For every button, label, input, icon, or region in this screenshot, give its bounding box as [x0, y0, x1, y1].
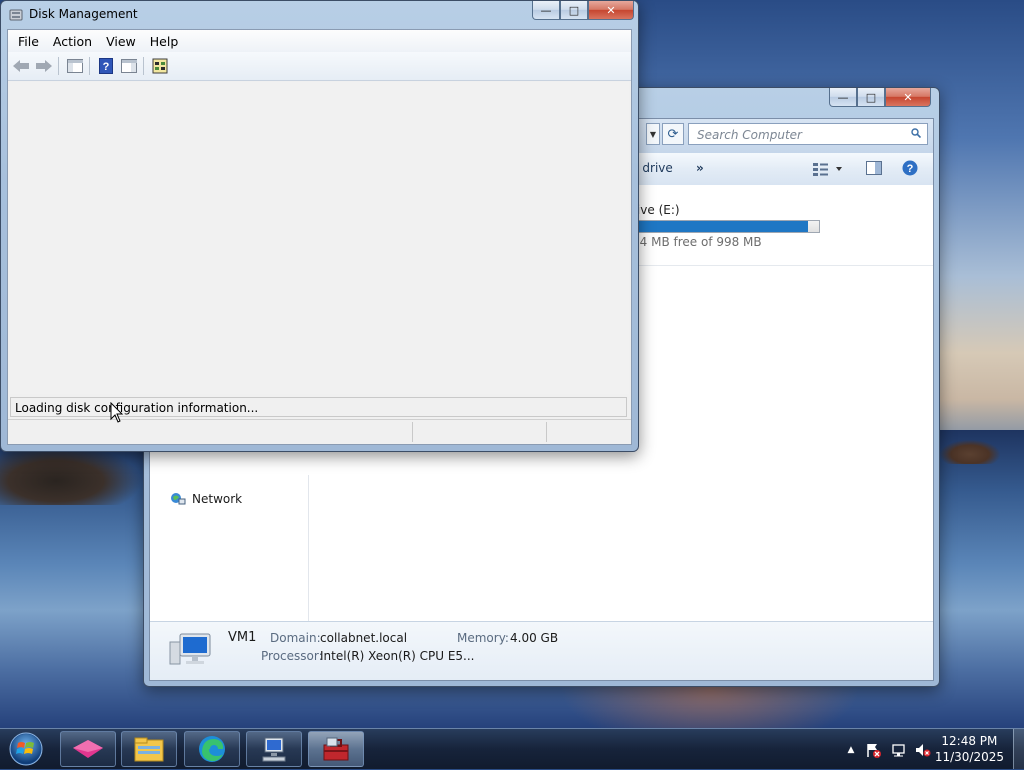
action-pane-icon [121, 59, 137, 73]
maximize-button[interactable]: □ [560, 1, 588, 20]
disk-management-icon [9, 9, 23, 21]
pink-box-icon [73, 740, 103, 758]
computer-network-icon [262, 737, 286, 762]
help-book-icon: ? [99, 58, 113, 74]
show-hidden-icons-arrow[interactable]: ▲ [843, 742, 859, 758]
domain-label: Domain: [270, 631, 321, 645]
details-pane: VM1 Domain: collabnet.local Memory: 4.00… [150, 621, 933, 680]
mouse-cursor [110, 402, 124, 423]
nav-item-network[interactable]: Network [170, 491, 242, 507]
taskbar-app-pink[interactable] [60, 731, 116, 767]
network-monitor-icon [892, 744, 905, 757]
processor-label: Processor: [261, 649, 323, 663]
show-desktop-button[interactable] [1013, 729, 1024, 769]
toolbar-separator [143, 57, 144, 75]
refresh-icon: ⟳ [667, 126, 679, 142]
drive-free-space: 64 MB free of 998 MB [632, 235, 762, 249]
search-placeholder: Search Computer [697, 128, 802, 142]
menu-file[interactable]: File [8, 34, 46, 49]
menu-help[interactable]: Help [143, 34, 186, 49]
edge-icon [199, 736, 225, 762]
preview-pane-icon[interactable] [866, 161, 882, 175]
properties-icon [152, 58, 168, 74]
computer-name: VM1 [228, 630, 257, 645]
search-input[interactable]: Search Computer [688, 123, 928, 145]
address-dropdown-button[interactable]: ▼ [646, 123, 660, 145]
back-button[interactable] [12, 57, 30, 75]
show-hide-console-tree-button[interactable] [66, 57, 84, 75]
taskbar-file-explorer[interactable] [121, 731, 177, 767]
network-icon [171, 493, 186, 505]
clock-time: 12:48 PM [941, 734, 998, 748]
clock-date: 11/30/2025 [934, 750, 1004, 764]
show-action-pane-button[interactable] [120, 57, 138, 75]
clock[interactable]: 12:48 PM 11/30/2025 [935, 733, 1004, 765]
taskbar: ▲ 12:48 PM 11/30/2025 [0, 728, 1024, 769]
close-button[interactable]: ✕ [885, 88, 931, 107]
console-tree-icon [67, 59, 83, 73]
help-icon[interactable]: ? [902, 160, 918, 176]
toolbar-separator [58, 57, 59, 75]
divider [632, 265, 933, 266]
disk-management-window[interactable]: Disk Management — □ ✕ File Action View H… [0, 0, 639, 452]
taskbar-edge[interactable] [184, 731, 240, 767]
status-divider [546, 422, 547, 442]
menu-action[interactable]: Action [46, 34, 99, 49]
toolbar-separator [89, 57, 90, 75]
drive-e-label[interactable]: rive (E:) [632, 203, 680, 217]
loading-text: Loading disk configuration information..… [15, 401, 259, 415]
help-button[interactable]: ? [97, 57, 115, 75]
refresh-button[interactable]: ⟳ [662, 123, 684, 145]
volume-tray-icon[interactable] [915, 742, 931, 758]
disk-management-client: File Action View Help ? Loading disk con… [7, 29, 632, 445]
toolbox-icon [323, 737, 349, 761]
memory-value: 4.00 GB [510, 631, 559, 645]
menu-view[interactable]: View [99, 34, 143, 49]
search-icon[interactable] [911, 128, 921, 138]
forward-arrow-icon [36, 60, 52, 72]
memory-label: Memory: [457, 631, 509, 645]
disk-view-area [10, 82, 629, 394]
maximize-button[interactable]: □ [857, 88, 885, 107]
flag-alert-icon [867, 744, 881, 758]
loading-status: Loading disk configuration information..… [10, 397, 627, 417]
minimize-button[interactable]: — [532, 1, 560, 20]
back-arrow-icon [13, 60, 29, 72]
drive-usage-bar [638, 220, 820, 233]
nav-item-network-label: Network [192, 492, 243, 506]
cmd-more-button[interactable]: » [696, 161, 704, 175]
computer-icon [169, 633, 211, 665]
window-title: Disk Management [29, 7, 138, 21]
svg-text:?: ? [907, 163, 914, 175]
close-button[interactable]: ✕ [588, 1, 634, 20]
start-button[interactable] [4, 731, 48, 767]
folder-icon [134, 737, 164, 762]
windows-orb-icon [9, 732, 43, 766]
minimize-button[interactable]: — [829, 88, 857, 107]
dm-caption-buttons: — □ ✕ [532, 1, 634, 20]
svg-text:?: ? [103, 61, 110, 73]
forward-button[interactable] [35, 57, 53, 75]
wallpaper-rocks [0, 445, 140, 505]
drive-usage-fill [639, 221, 809, 232]
explorer-caption-buttons: — □ ✕ [829, 88, 931, 107]
action-center-flag[interactable] [865, 742, 881, 758]
properties-button[interactable] [151, 57, 169, 75]
navigation-pane: Network [150, 475, 309, 622]
status-divider [412, 422, 413, 442]
menu-bar: File Action View Help [8, 30, 631, 53]
network-tray-icon[interactable] [891, 742, 907, 758]
speaker-muted-icon [916, 744, 931, 757]
taskbar-computer-management[interactable] [308, 731, 364, 767]
taskbar-remote-desktop[interactable] [246, 731, 302, 767]
processor-value: Intel(R) Xeon(R) CPU E5... [320, 649, 475, 663]
domain-value: collabnet.local [320, 631, 408, 645]
view-options-icon[interactable] [812, 162, 842, 176]
toolbar: ? [8, 52, 631, 81]
wallpaper-rock [940, 440, 1000, 464]
status-bar [8, 419, 631, 444]
